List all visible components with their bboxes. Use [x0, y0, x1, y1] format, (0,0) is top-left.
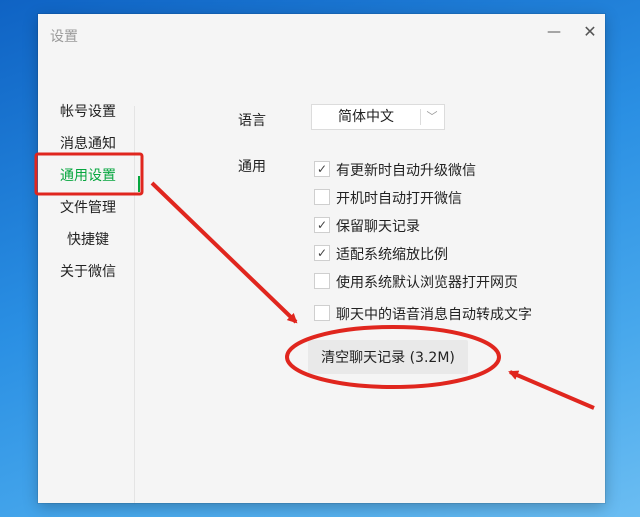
option-label: 保留聊天记录	[336, 219, 420, 235]
sidebar-item-files[interactable]: 文件管理	[38, 197, 138, 219]
sidebar-item-account[interactable]: 帐号设置	[38, 101, 138, 123]
minimize-icon[interactable]: —	[544, 22, 564, 42]
select-separator	[420, 109, 421, 125]
checkbox-auto-update[interactable]: ✓	[314, 161, 330, 177]
language-select[interactable]: 简体中文 ﹀	[311, 104, 445, 130]
general-label: 通用	[238, 159, 266, 175]
sidebar-item-notifications[interactable]: 消息通知	[38, 133, 138, 155]
close-icon[interactable]: ✕	[580, 22, 600, 42]
checkbox-keep-history[interactable]: ✓	[314, 217, 330, 233]
checkbox-default-browser[interactable]	[314, 273, 330, 289]
window-title: 设置	[50, 29, 78, 45]
option-label: 聊天中的语音消息自动转成文字	[336, 307, 532, 323]
chevron-down-icon: ﹀	[426, 110, 438, 123]
checkbox-scale[interactable]: ✓	[314, 245, 330, 261]
active-indicator	[138, 176, 140, 192]
language-label: 语言	[238, 113, 266, 129]
option-label: 开机时自动打开微信	[336, 191, 462, 207]
sidebar-item-about[interactable]: 关于微信	[38, 261, 138, 283]
sidebar-item-general[interactable]: 通用设置	[38, 165, 138, 187]
option-label: 适配系统缩放比例	[336, 247, 448, 263]
checkbox-voice-to-text[interactable]	[314, 305, 330, 321]
option-label: 有更新时自动升级微信	[336, 163, 476, 179]
checkbox-auto-start[interactable]	[314, 189, 330, 205]
language-value: 简体中文	[338, 109, 394, 125]
sidebar-item-shortcuts[interactable]: 快捷键	[38, 229, 138, 251]
clear-chat-history-button[interactable]: 清空聊天记录 (3.2M)	[308, 340, 468, 374]
settings-window: 设置 — ✕ 帐号设置 消息通知 通用设置 文件管理 快捷键 关于微信 语言 简…	[38, 14, 605, 503]
option-label: 使用系统默认浏览器打开网页	[336, 275, 518, 291]
